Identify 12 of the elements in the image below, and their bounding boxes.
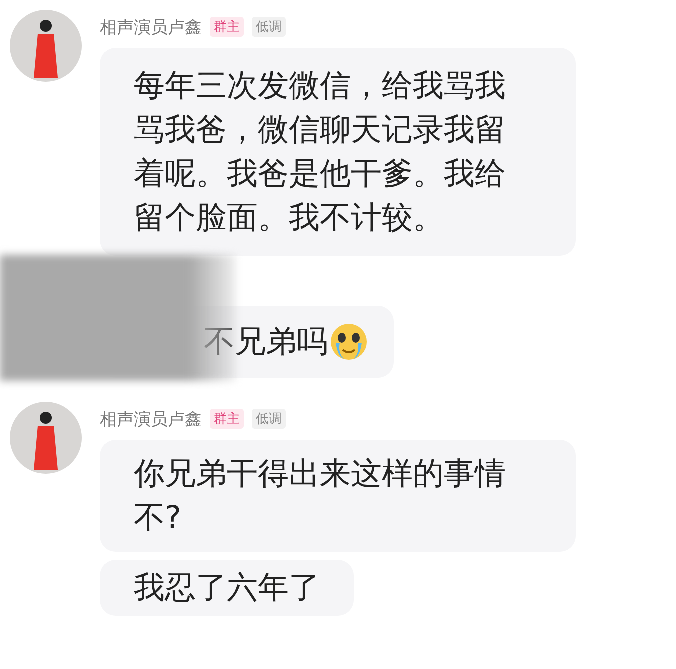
crying-emoji-icon <box>330 323 368 361</box>
sender-name: 相声演员卢鑫 <box>100 16 202 38</box>
owner-tag: 群主 <box>210 409 244 429</box>
message-bubble: 你兄弟干得出来这样的事情不? <box>100 440 576 552</box>
message-bubble: 我忍了六年了 <box>100 560 354 616</box>
sender-name: 相声演员卢鑫 <box>100 408 202 430</box>
message-bubble: 每年三次发微信，给我骂我骂我爸，微信聊天记录我留着呢。我爸是他干爹。我给留个脸面。我不计较。 <box>100 48 576 256</box>
member-tag: 低调 <box>252 409 286 429</box>
member-tag: 低调 <box>252 17 286 37</box>
avatar[interactable] <box>10 402 82 474</box>
avatar[interactable] <box>10 10 82 82</box>
owner-tag: 群主 <box>210 17 244 37</box>
